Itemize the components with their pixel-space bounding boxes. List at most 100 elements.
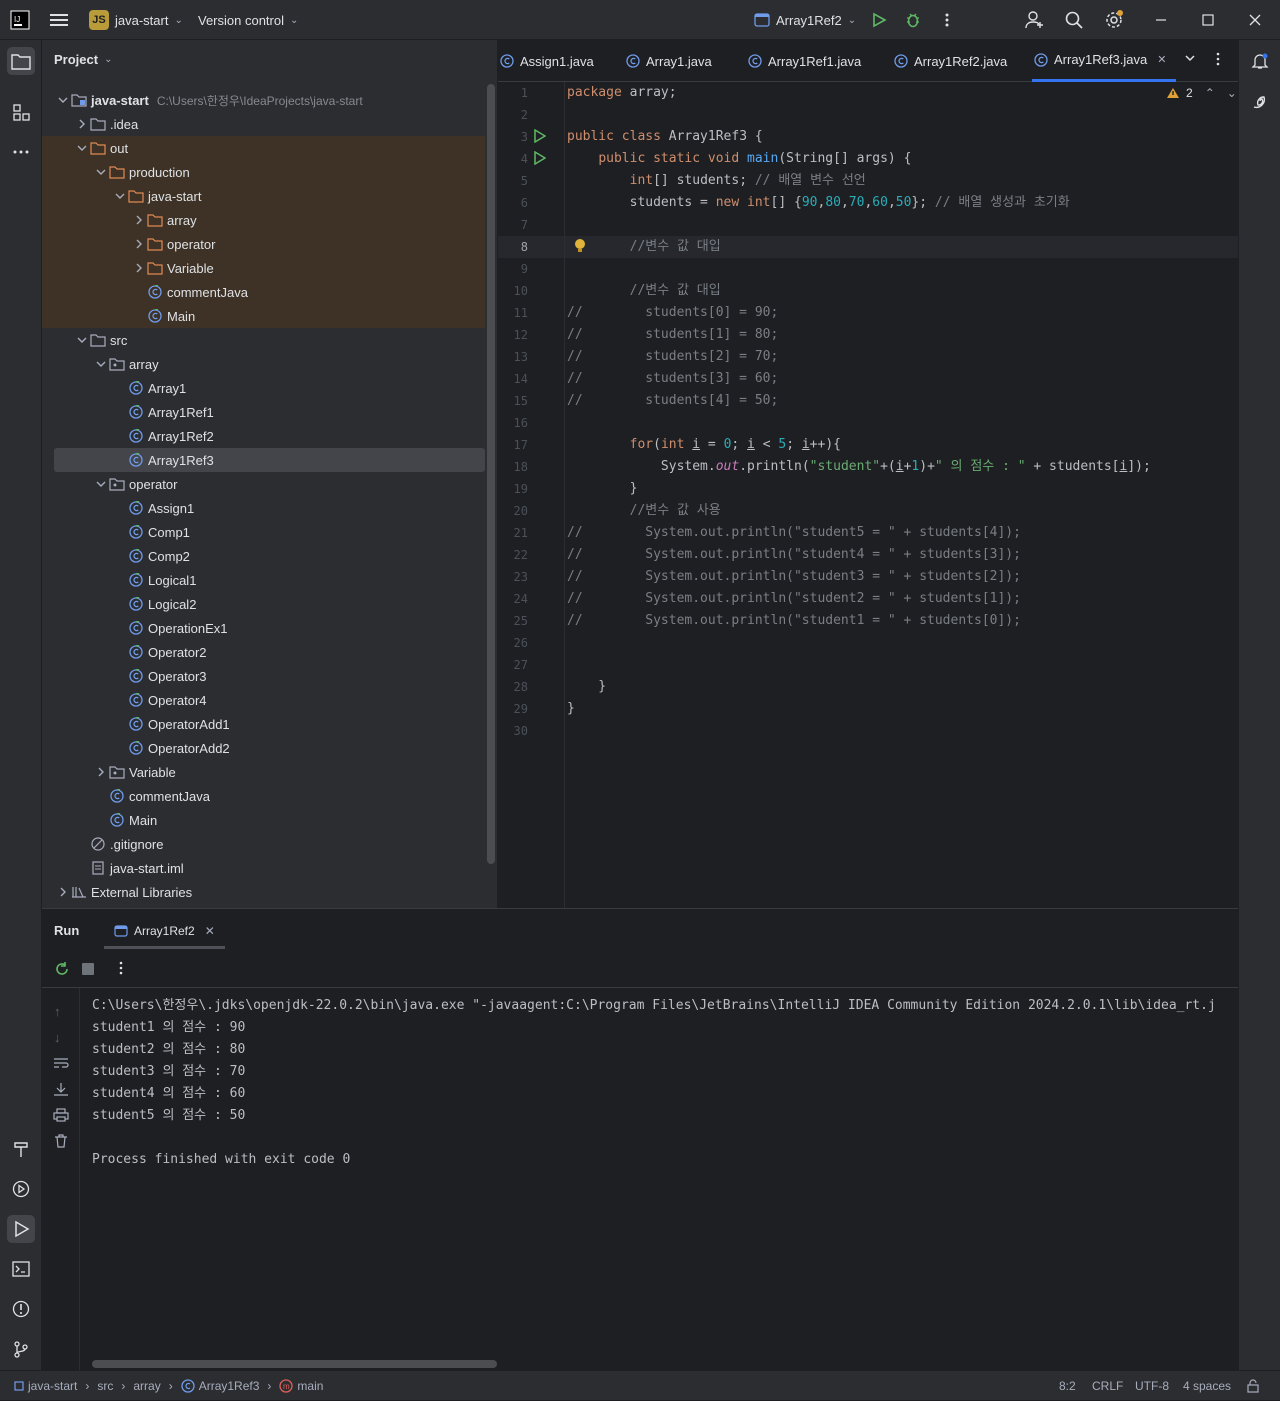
chevron-down-icon[interactable] — [56, 95, 70, 105]
project-tool-button[interactable] — [7, 47, 35, 75]
code-content[interactable]: package array; public class Array1Ref3 {… — [498, 82, 1238, 908]
structure-tool-button[interactable] — [7, 98, 35, 126]
tree-item[interactable]: Logical2 — [42, 592, 485, 616]
project-widget[interactable]: JS java-start ⌄ — [89, 0, 183, 40]
more-actions-icon[interactable] — [944, 0, 950, 40]
editor-tab[interactable]: Assign1.java — [498, 40, 604, 82]
debug-button[interactable] — [905, 0, 921, 40]
tree-item[interactable]: java-start C:\Users\한정우\IdeaProjects\java… — [42, 88, 485, 112]
chevron-down-icon[interactable] — [94, 167, 108, 177]
console-output[interactable]: C:\Users\한정우\.jdks\openjdk-22.0.2\bin\ja… — [42, 988, 1238, 1348]
terminal-tool-button[interactable] — [7, 1255, 35, 1283]
tree-item[interactable]: operator — [42, 472, 485, 496]
console-h-scrollbar[interactable] — [92, 1360, 497, 1368]
app-logo-icon[interactable]: IJ — [10, 0, 30, 40]
editor-tab[interactable]: Array1Ref1.java — [746, 40, 871, 82]
tab-list-chevron-icon[interactable] — [1184, 52, 1196, 64]
tree-item[interactable]: java-start.iml — [42, 856, 485, 880]
tree-item[interactable]: Logical1 — [42, 568, 485, 592]
editor-tab[interactable]: Array1.java — [624, 40, 722, 82]
tree-item[interactable]: Main — [42, 304, 485, 328]
chevron-right-icon[interactable] — [132, 263, 146, 273]
tree-item[interactable]: .gitignore — [42, 832, 485, 856]
tree-item[interactable]: java-start — [42, 184, 485, 208]
breadcrumb-package[interactable]: array — [133, 1379, 160, 1393]
chevron-down-icon[interactable] — [94, 359, 108, 369]
stop-icon[interactable] — [82, 963, 94, 975]
tree-item[interactable]: commentJava — [42, 280, 485, 304]
run-config-selector[interactable]: Array1Ref2 ⌄ — [754, 0, 856, 40]
tree-item[interactable]: production — [42, 160, 485, 184]
add-user-icon[interactable] — [1025, 0, 1045, 40]
tree-item[interactable]: Operator2 — [42, 640, 485, 664]
line-separator[interactable]: CRLF — [1092, 1371, 1123, 1401]
more-tools-icon[interactable] — [7, 138, 35, 166]
breadcrumb-project[interactable]: java-start — [28, 1379, 77, 1393]
project-panel-header[interactable]: Project ⌄ — [54, 52, 112, 67]
indent-setting[interactable]: 4 spaces — [1183, 1371, 1231, 1401]
tree-item[interactable]: External Libraries — [42, 880, 485, 904]
project-scrollbar[interactable] — [487, 84, 495, 864]
chevron-right-icon[interactable] — [56, 887, 70, 897]
settings-gear-icon[interactable] — [1104, 0, 1124, 40]
breadcrumb-src[interactable]: src — [97, 1379, 113, 1393]
tree-item[interactable]: Assign1 — [42, 496, 485, 520]
file-encoding[interactable]: UTF-8 — [1135, 1371, 1169, 1401]
close-button[interactable] — [1249, 0, 1261, 40]
breadcrumb-method[interactable]: main — [297, 1379, 323, 1393]
maximize-button[interactable] — [1202, 0, 1214, 40]
tree-item[interactable]: out — [42, 136, 485, 160]
breadcrumb-class[interactable]: Array1Ref3 — [199, 1379, 260, 1393]
build-tool-button[interactable] — [7, 1135, 35, 1163]
run-tool-button[interactable] — [7, 1215, 35, 1243]
chevron-down-icon[interactable] — [75, 143, 89, 153]
chevron-right-icon[interactable] — [75, 119, 89, 129]
chevron-right-icon[interactable] — [132, 239, 146, 249]
rerun-button[interactable] — [54, 961, 70, 977]
chevron-down-icon[interactable] — [75, 335, 89, 345]
tree-item[interactable]: OperationEx1 — [42, 616, 485, 640]
caret-position[interactable]: 8:2 — [1059, 1371, 1076, 1401]
git-tool-button[interactable] — [7, 1335, 35, 1363]
close-tab-icon[interactable]: ✕ — [1157, 53, 1166, 66]
tree-item[interactable]: Comp2 — [42, 544, 485, 568]
chevron-right-icon[interactable] — [132, 215, 146, 225]
lock-icon[interactable] — [1246, 1371, 1260, 1401]
run-more-icon[interactable] — [119, 961, 123, 975]
editor-tab[interactable]: Array1Ref2.java — [892, 40, 1017, 82]
tree-item[interactable]: Array1 — [42, 376, 485, 400]
run-tab[interactable]: Array1Ref2 ✕ — [104, 915, 225, 949]
tree-item[interactable]: Variable — [42, 256, 485, 280]
tree-item[interactable]: .idea — [42, 112, 485, 136]
tree-item[interactable]: Variable — [42, 760, 485, 784]
ai-assistant-tool-button[interactable] — [1246, 87, 1274, 115]
chevron-right-icon[interactable] — [94, 767, 108, 777]
tree-item[interactable]: array — [42, 352, 485, 376]
vcs-widget[interactable]: Version control ⌄ — [198, 0, 298, 40]
tab-more-icon[interactable] — [1216, 52, 1220, 66]
tree-item[interactable]: OperatorAdd1 — [42, 712, 485, 736]
chevron-down-icon[interactable] — [94, 479, 108, 489]
tree-item[interactable]: Operator4 — [42, 688, 485, 712]
run-button[interactable] — [871, 0, 887, 40]
close-tab-icon[interactable]: ✕ — [205, 924, 215, 938]
tree-item[interactable]: Comp1 — [42, 520, 485, 544]
tree-item[interactable]: commentJava — [42, 784, 485, 808]
search-icon[interactable] — [1065, 0, 1083, 40]
tree-item[interactable]: Array1Ref3 — [54, 448, 485, 472]
main-menu-icon[interactable] — [50, 0, 68, 40]
tree-item[interactable]: array — [42, 208, 485, 232]
tree-item[interactable]: src — [42, 328, 485, 352]
tree-item[interactable]: Main — [42, 808, 485, 832]
problems-tool-button[interactable] — [7, 1295, 35, 1323]
chevron-down-icon[interactable] — [113, 191, 127, 201]
tree-item[interactable]: Array1Ref1 — [42, 400, 485, 424]
tree-item[interactable]: operator — [42, 232, 485, 256]
tree-item[interactable]: OperatorAdd2 — [42, 736, 485, 760]
editor-tab[interactable]: Array1Ref3.java ✕ — [1032, 40, 1177, 82]
services-tool-button[interactable] — [7, 1175, 35, 1203]
tree-item[interactable]: Array1Ref2 — [42, 424, 485, 448]
notifications-tool-button[interactable] — [1246, 47, 1274, 75]
minimize-button[interactable] — [1155, 0, 1167, 40]
tree-item[interactable]: Operator3 — [42, 664, 485, 688]
